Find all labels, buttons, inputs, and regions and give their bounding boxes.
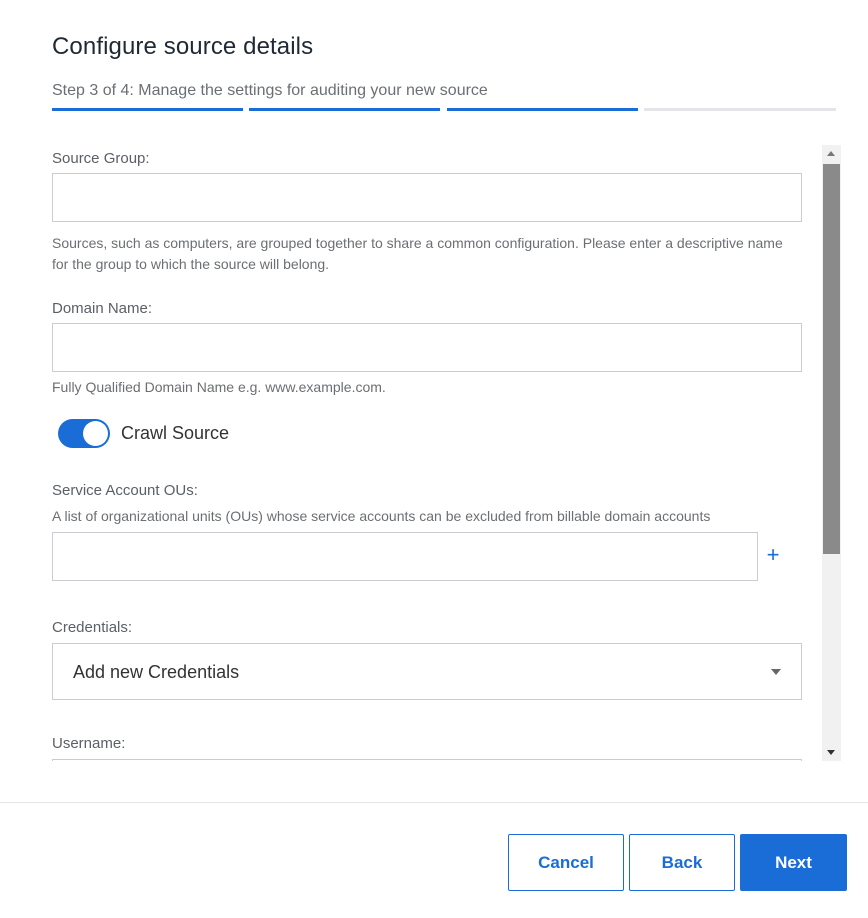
credentials-label: Credentials:: [52, 619, 133, 636]
domain-name-input[interactable]: [52, 323, 802, 372]
plus-icon[interactable]: +: [762, 544, 784, 566]
scrollbar-thumb[interactable]: [823, 164, 840, 554]
form-scroll-area[interactable]: Source Group: Sources, such as computers…: [0, 145, 822, 761]
toggle-knob: [83, 421, 108, 446]
username-label: Username:: [52, 735, 126, 752]
source-group-help: Sources, such as computers, are grouped …: [52, 235, 783, 272]
source-group-label: Source Group:: [52, 150, 150, 167]
service-account-ous-label: Service Account OUs:: [52, 482, 198, 499]
step-4-indicator: [644, 108, 836, 111]
next-button[interactable]: Next: [740, 834, 847, 891]
step-2-indicator: [249, 108, 440, 111]
service-account-ous-input[interactable]: [52, 532, 758, 581]
service-account-ous-help: A list of organizational units (OUs) who…: [52, 508, 711, 524]
crawl-source-toggle[interactable]: [58, 419, 110, 448]
source-group-input[interactable]: [52, 173, 802, 222]
credentials-selected-value: Add new Credentials: [73, 662, 240, 682]
crawl-source-label: Crawl Source: [121, 423, 230, 443]
caret-down-icon: [771, 669, 781, 675]
cancel-button[interactable]: Cancel: [508, 834, 624, 891]
scroll-down-arrow-icon[interactable]: [827, 750, 835, 755]
form-scrollbar[interactable]: [822, 145, 841, 761]
step-subtitle: Step 3 of 4: Manage the settings for aud…: [52, 82, 488, 99]
step-3-indicator: [447, 108, 638, 111]
step-progress: [52, 108, 836, 112]
back-button[interactable]: Back: [629, 834, 735, 891]
username-input[interactable]: [52, 759, 802, 761]
step-1-indicator: [52, 108, 243, 111]
domain-name-help: Fully Qualified Domain Name e.g. www.exa…: [52, 379, 386, 395]
page-title: Configure source details: [52, 33, 314, 60]
domain-name-label: Domain Name:: [52, 300, 153, 317]
scroll-up-arrow-icon[interactable]: [827, 151, 835, 156]
footer-divider: [0, 802, 868, 803]
credentials-select[interactable]: Add new Credentials: [52, 643, 802, 700]
